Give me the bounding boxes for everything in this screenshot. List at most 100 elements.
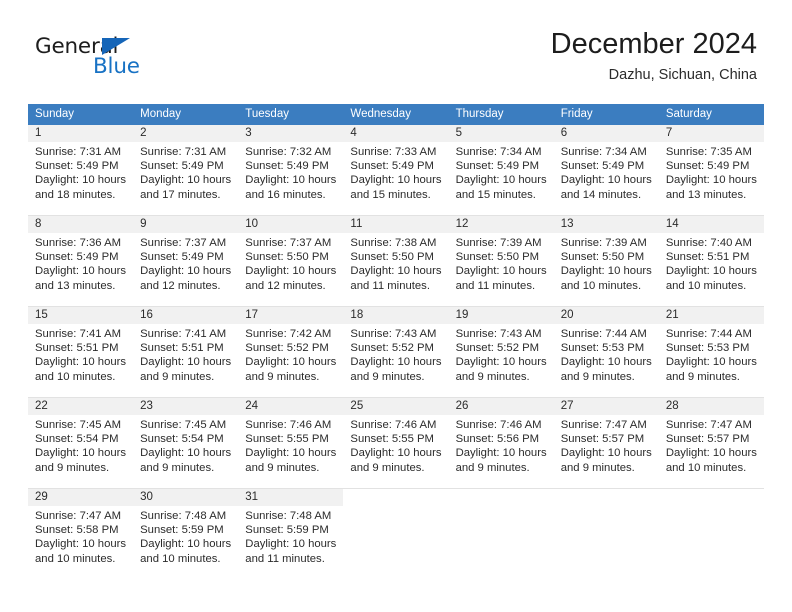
daylight-line-1: Daylight: 10 hours [350, 447, 442, 460]
day-details: Sunrise: 7:43 AM Sunset: 5:52 PM Dayligh… [449, 324, 554, 384]
day-number: 15 [28, 307, 134, 324]
weekday-friday: Friday [560, 108, 593, 120]
day-details: Sunrise: 7:44 AM Sunset: 5:53 PM Dayligh… [554, 324, 659, 384]
sunrise-line: Sunrise: 7:35 AM [665, 146, 752, 158]
day-cell[interactable]: 24 Sunrise: 7:46 AM Sunset: 5:55 PM Dayl… [238, 398, 344, 488]
daylight-line-1: Daylight: 10 hours [35, 447, 127, 460]
day-number: 27 [553, 398, 659, 415]
sunrise-line: Sunrise: 7:43 AM [455, 328, 542, 340]
day-cell[interactable]: 26 Sunrise: 7:46 AM Sunset: 5:56 PM Dayl… [448, 398, 554, 488]
daylight-line-2: and 10 minutes. [140, 552, 221, 565]
day-number: 30 [133, 489, 239, 506]
day-details: Sunrise: 7:48 AM Sunset: 5:59 PM Dayligh… [133, 506, 238, 566]
daylight-line-2: and 16 minutes. [245, 188, 326, 201]
sunset-line: Sunset: 5:50 PM [560, 251, 645, 264]
daylight-line-1: Daylight: 10 hours [455, 174, 547, 187]
day-cell[interactable]: 8 Sunrise: 7:36 AM Sunset: 5:49 PM Dayli… [28, 216, 134, 306]
day-cell[interactable]: 20 Sunrise: 7:44 AM Sunset: 5:53 PM Dayl… [553, 307, 659, 397]
day-cell[interactable]: 6 Sunrise: 7:34 AM Sunset: 5:49 PM Dayli… [553, 125, 659, 215]
sunset-line: Sunset: 5:49 PM [560, 160, 645, 173]
day-number: 17 [238, 307, 344, 324]
day-cell-empty [553, 489, 659, 579]
day-cell[interactable]: 2 Sunrise: 7:31 AM Sunset: 5:49 PM Dayli… [133, 125, 239, 215]
calendar-table: Sunday Monday Tuesday Wednesday Thursday… [28, 104, 764, 579]
day-cell[interactable]: 21 Sunrise: 7:44 AM Sunset: 5:53 PM Dayl… [658, 307, 764, 397]
sunset-line: Sunset: 5:49 PM [35, 160, 119, 173]
day-cell[interactable]: 23 Sunrise: 7:45 AM Sunset: 5:54 PM Dayl… [133, 398, 239, 488]
day-cell[interactable]: 3 Sunrise: 7:32 AM Sunset: 5:49 PM Dayli… [238, 125, 344, 215]
sunrise-line: Sunrise: 7:42 AM [245, 328, 332, 340]
daylight-line-1: Daylight: 10 hours [560, 265, 652, 278]
daylight-line-1: Daylight: 10 hours [560, 174, 652, 187]
day-number: 2 [133, 125, 239, 142]
day-number: 5 [448, 125, 554, 142]
day-cell[interactable]: 1 Sunrise: 7:31 AM Sunset: 5:49 PM Dayli… [28, 125, 134, 215]
day-cell[interactable]: 30 Sunrise: 7:48 AM Sunset: 5:59 PM Dayl… [133, 489, 239, 579]
day-cell[interactable]: 9 Sunrise: 7:37 AM Sunset: 5:49 PM Dayli… [133, 216, 239, 306]
daylight-line-1: Daylight: 10 hours [350, 265, 442, 278]
day-cell[interactable]: 14 Sunrise: 7:40 AM Sunset: 5:51 PM Dayl… [658, 216, 764, 306]
page-title: December 2024 [550, 28, 757, 60]
daylight-line-2: and 10 minutes. [35, 552, 116, 565]
day-cell[interactable]: 28 Sunrise: 7:47 AM Sunset: 5:57 PM Dayl… [658, 398, 764, 488]
sunset-line: Sunset: 5:52 PM [455, 342, 540, 355]
day-details: Sunrise: 7:42 AM Sunset: 5:52 PM Dayligh… [238, 324, 343, 384]
daylight-line-2: and 9 minutes. [350, 461, 425, 474]
sunset-line: Sunset: 5:51 PM [665, 251, 750, 264]
sunrise-line: Sunrise: 7:46 AM [245, 419, 332, 431]
day-number: 16 [133, 307, 239, 324]
day-cell[interactable]: 11 Sunrise: 7:38 AM Sunset: 5:50 PM Dayl… [343, 216, 449, 306]
generalblue-logo[interactable]: General Blue [35, 35, 215, 85]
daylight-line-1: Daylight: 10 hours [35, 174, 127, 187]
daylight-line-1: Daylight: 10 hours [35, 265, 127, 278]
day-details: Sunrise: 7:36 AM Sunset: 5:49 PM Dayligh… [28, 233, 133, 293]
daylight-line-1: Daylight: 10 hours [140, 538, 232, 551]
day-details: Sunrise: 7:33 AM Sunset: 5:49 PM Dayligh… [343, 142, 448, 202]
day-cell[interactable]: 12 Sunrise: 7:39 AM Sunset: 5:50 PM Dayl… [448, 216, 554, 306]
day-number: 1 [28, 125, 134, 142]
daylight-line-2: and 9 minutes. [560, 370, 635, 383]
day-cell[interactable]: 27 Sunrise: 7:47 AM Sunset: 5:57 PM Dayl… [553, 398, 659, 488]
sunset-line: Sunset: 5:49 PM [455, 160, 540, 173]
daylight-line-1: Daylight: 10 hours [245, 356, 337, 369]
day-cell[interactable]: 13 Sunrise: 7:39 AM Sunset: 5:50 PM Dayl… [553, 216, 659, 306]
day-cell[interactable]: 10 Sunrise: 7:37 AM Sunset: 5:50 PM Dayl… [238, 216, 344, 306]
day-number: 28 [658, 398, 764, 415]
day-cell[interactable]: 22 Sunrise: 7:45 AM Sunset: 5:54 PM Dayl… [28, 398, 134, 488]
day-details: Sunrise: 7:43 AM Sunset: 5:52 PM Dayligh… [343, 324, 448, 384]
day-number: 19 [448, 307, 554, 324]
sunset-line: Sunset: 5:58 PM [35, 524, 119, 537]
sunrise-line: Sunrise: 7:46 AM [455, 419, 542, 431]
day-number: 25 [343, 398, 449, 415]
week-row: 15 Sunrise: 7:41 AM Sunset: 5:51 PM Dayl… [28, 307, 764, 398]
day-cell[interactable]: 31 Sunrise: 7:48 AM Sunset: 5:59 PM Dayl… [238, 489, 344, 579]
day-cell[interactable]: 25 Sunrise: 7:46 AM Sunset: 5:55 PM Dayl… [343, 398, 449, 488]
day-cell[interactable]: 4 Sunrise: 7:33 AM Sunset: 5:49 PM Dayli… [343, 125, 449, 215]
week-row: 22 Sunrise: 7:45 AM Sunset: 5:54 PM Dayl… [28, 398, 764, 489]
daylight-line-2: and 9 minutes. [245, 461, 320, 474]
daylight-line-1: Daylight: 10 hours [35, 356, 127, 369]
sunrise-line: Sunrise: 7:47 AM [560, 419, 647, 431]
daylight-line-2: and 10 minutes. [665, 279, 747, 292]
week-row: 1 Sunrise: 7:31 AM Sunset: 5:49 PM Dayli… [28, 125, 764, 216]
day-cell[interactable]: 17 Sunrise: 7:42 AM Sunset: 5:52 PM Dayl… [238, 307, 344, 397]
calendar-body: 1 Sunrise: 7:31 AM Sunset: 5:49 PM Dayli… [28, 125, 764, 579]
day-cell[interactable]: 19 Sunrise: 7:43 AM Sunset: 5:52 PM Dayl… [448, 307, 554, 397]
daylight-line-2: and 9 minutes. [455, 370, 530, 383]
day-cell[interactable]: 18 Sunrise: 7:43 AM Sunset: 5:52 PM Dayl… [343, 307, 449, 397]
sunrise-line: Sunrise: 7:33 AM [350, 146, 437, 158]
daylight-line-1: Daylight: 10 hours [140, 174, 232, 187]
sunrise-line: Sunrise: 7:34 AM [560, 146, 647, 158]
sunset-line: Sunset: 5:49 PM [350, 160, 434, 173]
day-details: Sunrise: 7:41 AM Sunset: 5:51 PM Dayligh… [28, 324, 133, 384]
daylight-line-1: Daylight: 10 hours [140, 265, 232, 278]
day-cell[interactable]: 7 Sunrise: 7:35 AM Sunset: 5:49 PM Dayli… [658, 125, 764, 215]
daylight-line-2: and 9 minutes. [245, 370, 320, 383]
day-cell[interactable]: 5 Sunrise: 7:34 AM Sunset: 5:49 PM Dayli… [448, 125, 554, 215]
sunrise-line: Sunrise: 7:41 AM [35, 328, 122, 340]
day-cell-empty [658, 489, 764, 579]
day-cell[interactable]: 16 Sunrise: 7:41 AM Sunset: 5:51 PM Dayl… [133, 307, 239, 397]
day-cell[interactable]: 29 Sunrise: 7:47 AM Sunset: 5:58 PM Dayl… [28, 489, 134, 579]
day-cell[interactable]: 15 Sunrise: 7:41 AM Sunset: 5:51 PM Dayl… [28, 307, 134, 397]
daylight-line-2: and 14 minutes. [560, 188, 642, 201]
